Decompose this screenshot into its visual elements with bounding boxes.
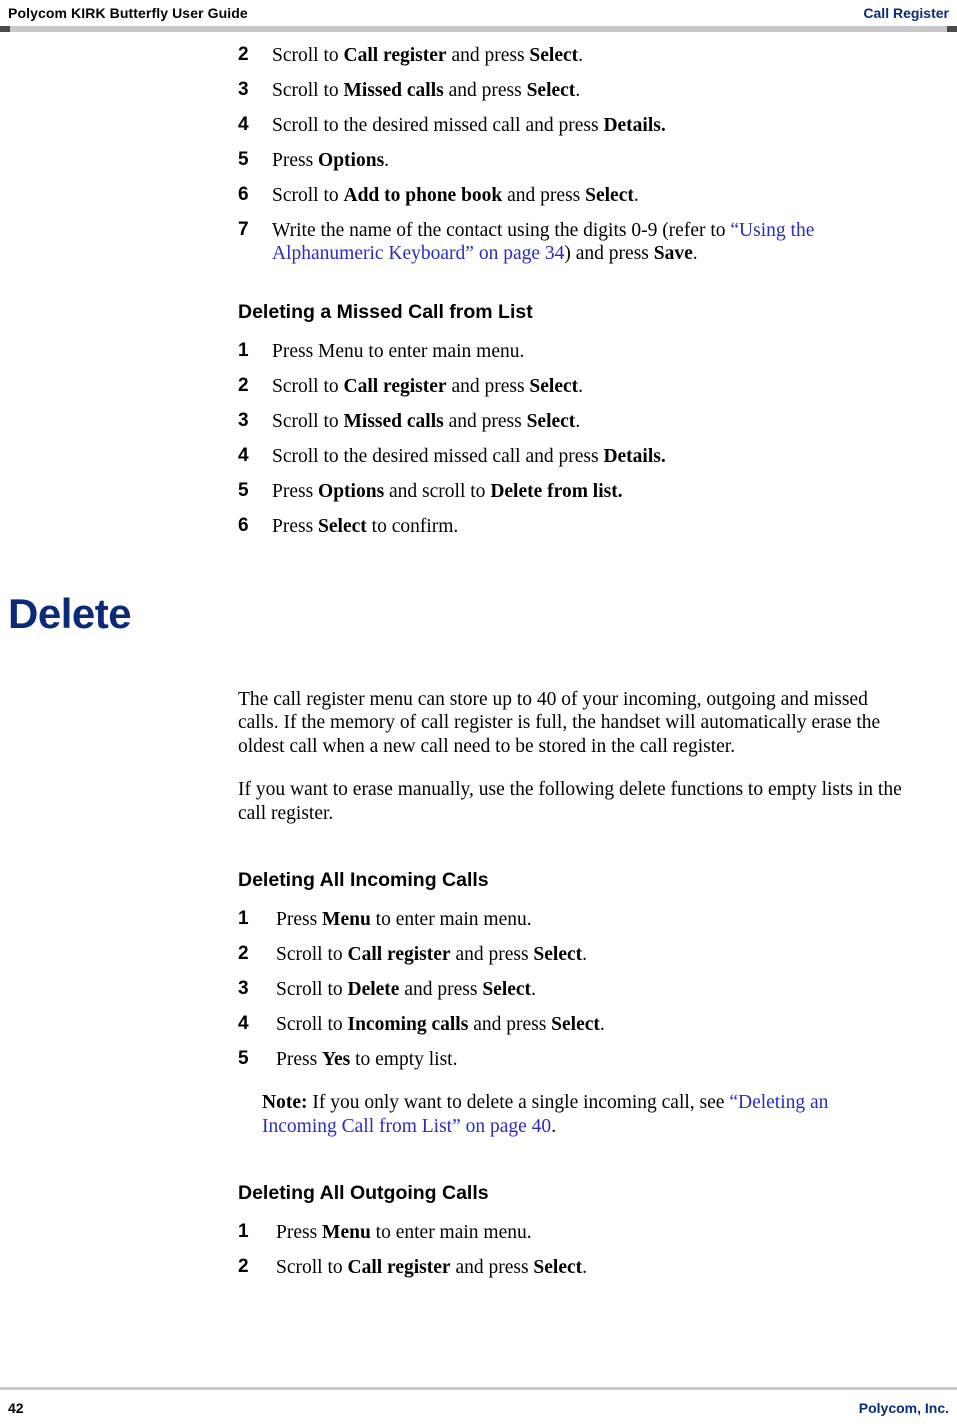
step-number: 5: [238, 1048, 249, 1070]
list-item: 1 Press Menu to enter main menu.: [0, 1221, 957, 1244]
step-number: 3: [238, 79, 249, 100]
header-rule-left-cap: [0, 26, 10, 32]
step-text: Scroll to Add to phone book and press Se…: [272, 185, 639, 206]
step-number: 4: [238, 445, 249, 466]
list-item: 4 Scroll to the desired missed call and …: [0, 445, 957, 468]
step-number: 3: [238, 978, 249, 1000]
list-item: 2 Scroll to Call register and press Sele…: [0, 943, 957, 966]
step-number: 7: [238, 219, 249, 240]
footer-company: Polycom, Inc.: [858, 1400, 949, 1416]
step-text: Press Menu to enter main menu.: [276, 909, 532, 931]
footer-rule: [0, 1387, 957, 1390]
list-item: 5 Press Options.: [0, 149, 957, 172]
header-rule: [0, 26, 957, 32]
step-number: 4: [238, 1013, 249, 1035]
list-item: 2 Scroll to Call register and press Sele…: [0, 44, 957, 67]
step-text: Press Options and scroll to Delete from …: [272, 481, 623, 502]
list-item: 2 Scroll to Call register and press Sele…: [0, 1256, 957, 1279]
header-chapter-title: Call Register: [863, 5, 949, 21]
document-page: Polycom KIRK Butterfly User Guide Call R…: [0, 0, 957, 1424]
step-number: 2: [238, 44, 249, 65]
step-list-deleting-all-outgoing: 1 Press Menu to enter main menu. 2 Scrol…: [0, 1221, 957, 1279]
step-text: Write the name of the contact using the …: [272, 220, 815, 264]
body-paragraph: If you want to erase manually, use the f…: [238, 779, 902, 825]
step-number: 2: [238, 375, 249, 396]
step-text: Press Menu to enter main menu.: [272, 341, 525, 362]
step-text: Press Menu to enter main menu.: [276, 1221, 532, 1243]
list-item: 5 Press Yes to empty list.: [0, 1048, 957, 1071]
step-number: 1: [238, 908, 249, 930]
list-item: 1 Press Menu to enter main menu.: [0, 340, 957, 363]
step-text: Scroll to Incoming calls and press Selec…: [276, 1014, 605, 1036]
list-item: 3 Scroll to Delete and press Select.: [0, 978, 957, 1001]
step-text: Press Yes to empty list.: [276, 1049, 458, 1071]
step-text: Scroll to Call register and press Select…: [276, 944, 588, 966]
step-number: 6: [238, 184, 249, 205]
list-item: 4 Scroll to Incoming calls and press Sel…: [0, 1013, 957, 1036]
list-item: 7 Write the name of the contact using th…: [0, 219, 957, 265]
step-text: Scroll to Call register and press Select…: [272, 376, 584, 397]
page-header: Polycom KIRK Butterfly User Guide Call R…: [0, 0, 957, 32]
step-number: 6: [238, 515, 249, 536]
step-number: 4: [238, 114, 249, 135]
section-heading-deleting-all-outgoing: Deleting All Outgoing Calls: [238, 1181, 489, 1204]
step-text: Scroll to Delete and press Select.: [276, 979, 536, 1001]
step-number: 1: [238, 1220, 249, 1242]
step-text: Scroll to Call register and press Select…: [276, 1256, 588, 1278]
list-item: 3 Scroll to Missed calls and press Selec…: [0, 410, 957, 433]
section-heading-deleting-missed-call: Deleting a Missed Call from List: [238, 301, 533, 323]
list-item: 6 Scroll to Add to phone book and press …: [0, 184, 957, 207]
step-list-adding-missed-call: 2 Scroll to Call register and press Sele…: [0, 44, 957, 265]
step-text: Scroll to the desired missed call and pr…: [272, 446, 666, 467]
section-heading-deleting-all-incoming: Deleting All Incoming Calls: [238, 869, 489, 892]
body-paragraph: The call register menu can store up to 4…: [238, 688, 881, 758]
header-rule-right-cap: [947, 26, 957, 32]
step-text: Press Options.: [272, 150, 390, 171]
note-paragraph: Note: If you only want to delete a singl…: [262, 1091, 829, 1137]
step-list-deleting-all-incoming: 1 Press Menu to enter main menu. 2 Scrol…: [0, 908, 957, 1071]
list-item: 1 Press Menu to enter main menu.: [0, 908, 957, 931]
page-content: 2 Scroll to Call register and press Sele…: [0, 44, 957, 1291]
step-text: Scroll to Missed calls and press Select.: [272, 80, 581, 101]
list-item: 2 Scroll to Call register and press Sele…: [0, 375, 957, 398]
step-number: 3: [238, 410, 249, 431]
step-text: Scroll to Call register and press Select…: [272, 45, 584, 66]
step-number: 1: [238, 340, 249, 361]
step-text: Scroll to Missed calls and press Select.: [272, 411, 581, 432]
list-item: 6 Press Select to confirm.: [0, 515, 957, 538]
step-number: 2: [238, 943, 249, 965]
list-item: 3 Scroll to Missed calls and press Selec…: [0, 79, 957, 102]
list-item: 4 Scroll to the desired missed call and …: [0, 114, 957, 137]
header-document-title: Polycom KIRK Butterfly User Guide: [8, 5, 248, 21]
page-title: Delete: [8, 590, 132, 637]
step-number: 5: [238, 149, 249, 170]
step-text: Scroll to the desired missed call and pr…: [272, 115, 666, 136]
footer-page-number: 42: [8, 1400, 24, 1416]
step-text: Press Select to confirm.: [272, 516, 459, 537]
list-item: 5 Press Options and scroll to Delete fro…: [0, 480, 957, 503]
step-number: 2: [238, 1255, 249, 1277]
step-number: 5: [238, 480, 249, 501]
step-list-deleting-missed-call: 1 Press Menu to enter main menu. 2 Scrol…: [0, 340, 957, 538]
